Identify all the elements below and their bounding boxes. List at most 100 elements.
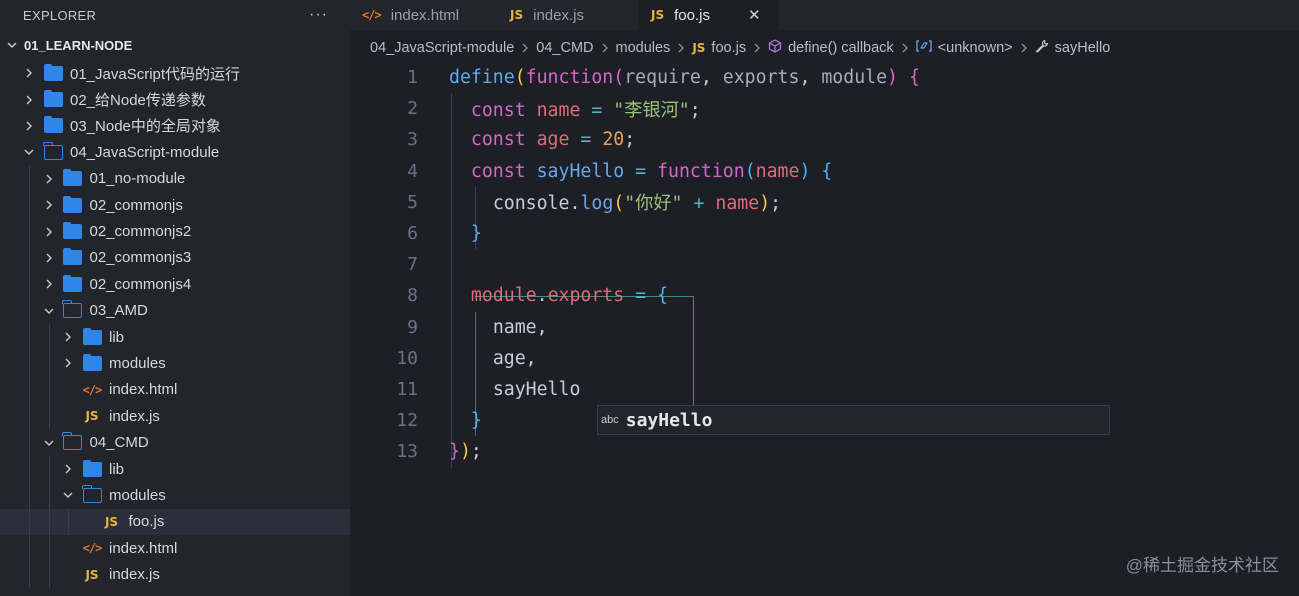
breadcrumb-item[interactable]: 04_JavaScript-module xyxy=(370,40,514,56)
more-actions-icon[interactable]: ··· xyxy=(309,6,328,24)
breadcrumb-label: modules xyxy=(615,40,671,56)
tree-item[interactable]: 04_JavaScript-module xyxy=(0,139,350,165)
indent-guide xyxy=(29,482,30,509)
code-line[interactable]: 3 const age = 20; xyxy=(350,124,635,155)
breadcrumb-item[interactable]: modules xyxy=(616,40,671,56)
close-icon[interactable]: ✕ xyxy=(748,6,761,24)
chevron-right-icon[interactable] xyxy=(23,120,35,132)
tree-item[interactable]: modules xyxy=(0,350,350,377)
code-token: define xyxy=(449,67,515,88)
line-number: 11 xyxy=(396,379,418,400)
tree-item[interactable]: 02_commonjs2 xyxy=(0,218,350,245)
tab-foo-js[interactable]: JS foo.js ✕ xyxy=(639,0,779,30)
chevron-right-icon[interactable] xyxy=(43,199,55,211)
chevron-right-icon[interactable] xyxy=(43,226,55,238)
code-line[interactable]: 1 define(function(require, exports, modul… xyxy=(350,62,920,93)
code-token: ( xyxy=(514,67,526,88)
code-token: { xyxy=(908,67,920,88)
indent-guide xyxy=(29,350,30,377)
code-token: ) xyxy=(799,160,811,182)
tab-index-js[interactable]: JS index.js xyxy=(498,0,639,30)
chevron-right-icon[interactable] xyxy=(23,94,35,106)
code-token: ; xyxy=(624,129,636,151)
chevron-right-icon[interactable] xyxy=(62,463,74,475)
code-text: console.log("你好" + name); xyxy=(449,189,781,215)
autocomplete-suggestion[interactable]: abc sayHello xyxy=(597,405,1110,435)
indent-guide xyxy=(48,376,50,404)
suggestion-label: sayHello xyxy=(625,409,713,431)
code-line[interactable]: 2 const name = "李银河"; xyxy=(350,93,701,124)
tree-item[interactable]: 02_给Node传递参数 xyxy=(0,86,350,112)
text-suggestion-icon: abc xyxy=(601,414,619,426)
tree-item[interactable]: 03_Node中的全局对象 xyxy=(0,113,350,139)
code-line[interactable]: 10 age, xyxy=(350,343,537,374)
code-text: name, xyxy=(449,317,548,338)
tree-item[interactable]: </> index.html xyxy=(0,376,350,404)
chevron-down-icon[interactable] xyxy=(43,437,55,449)
tree-item-label: 01_JavaScript代码的运行 xyxy=(70,65,241,83)
html-file-icon: </> xyxy=(82,541,103,556)
code-token: 20 xyxy=(602,129,625,151)
code-token: name xyxy=(536,99,581,121)
folder-icon xyxy=(43,63,63,81)
method-cube-icon xyxy=(768,39,782,57)
tree-item[interactable]: 03_AMD xyxy=(0,297,350,324)
chevron-right-icon[interactable] xyxy=(43,278,55,290)
code-token: ; xyxy=(689,99,701,121)
code-line[interactable]: 6 } xyxy=(350,218,482,249)
chevron-down-icon[interactable] xyxy=(23,146,35,158)
code-token: . xyxy=(569,193,581,215)
code-line[interactable]: 12 } xyxy=(350,405,482,436)
tree-item[interactable]: 02_commonjs3 xyxy=(0,244,350,272)
tree-item[interactable]: 02_commonjs4 xyxy=(0,271,350,298)
code-token: ) xyxy=(887,67,898,88)
tree-item-label: lib xyxy=(109,460,125,478)
javascript-file-icon: JS xyxy=(104,514,119,529)
chevron-right-icon[interactable] xyxy=(43,252,55,264)
tree-item[interactable]: modules xyxy=(0,482,350,509)
javascript-file-icon: JS xyxy=(510,8,524,22)
chevron-right-icon[interactable] xyxy=(23,67,35,79)
tree-item[interactable]: 01_no-module xyxy=(0,165,350,192)
code-text: module.exports = { xyxy=(449,285,668,306)
breadcrumb-label: define() callback xyxy=(788,40,894,56)
tree-item[interactable]: </> index.html xyxy=(0,535,350,562)
tree-item[interactable]: lib xyxy=(0,323,350,351)
tree-item[interactable]: JS index.js xyxy=(0,403,350,430)
code-editor[interactable]: 1 define(function(require, exports, modul… xyxy=(350,62,1299,596)
code-line[interactable]: 13}); xyxy=(350,436,482,467)
breadcrumb-item[interactable]: JS foo.js xyxy=(692,40,746,56)
workspace-root[interactable]: 01_LEARN-NODE xyxy=(0,30,350,60)
breadcrumb-item[interactable]: 04_CMD xyxy=(536,40,593,56)
code-token: { xyxy=(821,160,833,182)
tree-item[interactable]: JS foo.js xyxy=(0,508,350,536)
tree-item[interactable]: 04_CMD xyxy=(0,429,350,456)
tree-item[interactable]: 02_commonjs xyxy=(0,191,350,219)
breadcrumb-item[interactable]: sayHello xyxy=(1035,39,1110,57)
chevron-right-icon[interactable] xyxy=(62,331,74,343)
chevron-down-icon[interactable] xyxy=(43,305,55,317)
breadcrumb: 04_JavaScript-module 04_CMD modules JS foo.j… xyxy=(350,34,1299,62)
tree-item[interactable]: JS index.js xyxy=(0,561,350,588)
code-line[interactable]: 5 console.log("你好" + name); xyxy=(350,187,781,218)
code-line[interactable]: 4 const sayHello = function(name) { xyxy=(350,156,832,187)
chevron-right-icon[interactable] xyxy=(43,173,55,185)
code-line[interactable]: 11 sayHello xyxy=(350,374,580,405)
breadcrumb-item[interactable]: define() callback xyxy=(768,39,894,57)
tab-index-html[interactable]: </> index.html xyxy=(350,0,498,30)
tree-item[interactable]: lib xyxy=(0,455,350,483)
code-text: age, xyxy=(449,348,537,369)
code-line[interactable]: 9 name, xyxy=(350,312,548,343)
tree-item[interactable]: 01_JavaScript代码的运行 xyxy=(0,60,350,86)
chevron-down-icon[interactable] xyxy=(62,489,74,501)
breadcrumb-item[interactable]: <unknown> xyxy=(916,40,1013,56)
chevron-right-icon[interactable] xyxy=(62,357,74,369)
code-line[interactable]: 8 module.exports = { xyxy=(350,280,668,311)
code-line[interactable]: 7 xyxy=(350,249,449,280)
